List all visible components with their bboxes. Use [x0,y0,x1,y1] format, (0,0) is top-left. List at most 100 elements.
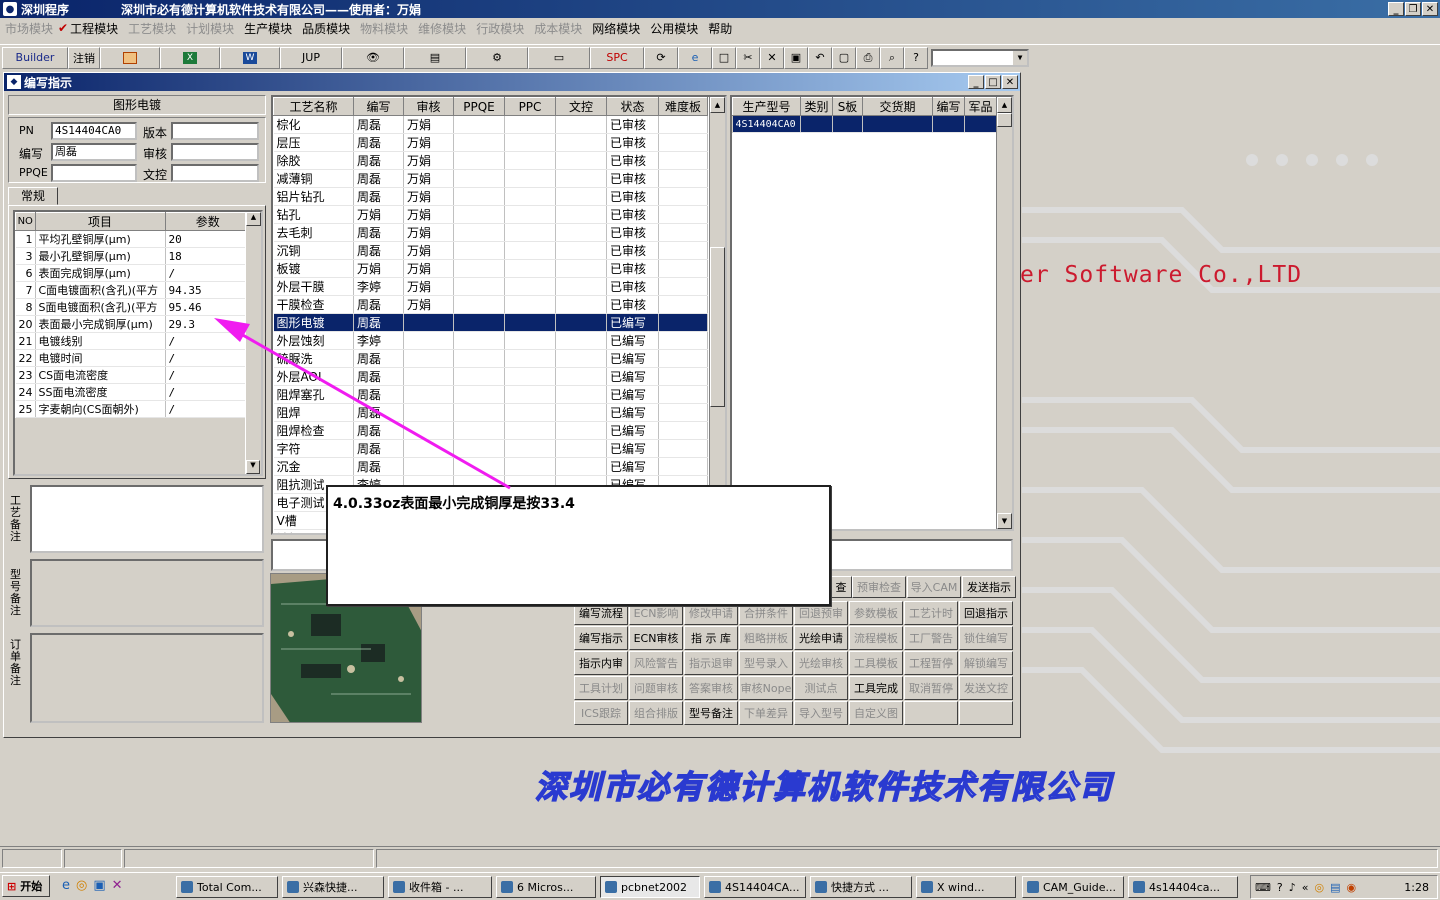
model-col-header[interactable]: S板 [832,97,863,116]
action-button[interactable]: 指 示 库 [684,626,738,650]
action-button[interactable]: 工具完成 [849,676,903,700]
param-value[interactable]: / [165,264,251,282]
taskbar-task[interactable]: 4s14404ca... [1128,876,1238,898]
scroll-thumb[interactable] [710,247,725,407]
param-row[interactable]: 3 最小孔壁铜厚(μm) 18 [15,247,251,265]
action-button[interactable]: 解锁编写 [959,651,1013,675]
menu-item[interactable]: 公用模块 [645,20,703,37]
jup-button[interactable]: JUP [280,46,342,69]
action-button[interactable]: 光绘申请 [794,626,848,650]
model-col-header[interactable]: 编写 [932,97,965,116]
find-icon[interactable]: ⌕ [880,46,904,69]
version-field[interactable] [171,122,259,140]
action-button[interactable]: 工厂警告 [904,626,958,650]
action-button[interactable]: 工具模板 [849,651,903,675]
menu-item[interactable]: 工程模块 [70,20,123,37]
process-row[interactable]: 棕化 周磊 万娟 已审核 [273,115,708,134]
param-value[interactable]: 94.35 [165,281,251,299]
action-button[interactable]: 查 [830,576,852,598]
window-minimize-button[interactable]: _ [968,75,984,89]
new-doc-icon[interactable]: □ [712,46,736,69]
action-button[interactable]: ECN审核 [629,626,683,650]
process-row[interactable]: 沉铜 周磊 万娟 已审核 [273,241,708,260]
computer-icon[interactable]: ▭ [528,46,590,69]
process-col-header[interactable]: 状态 [606,97,659,116]
review-field[interactable] [171,143,259,161]
action-button[interactable]: 工艺计时 [904,601,958,625]
action-button[interactable]: 预审检查 [852,576,906,598]
logout-button[interactable]: 注销 [68,46,100,69]
action-button[interactable]: 编写指示 [574,626,628,650]
menu-item[interactable]: 行政模块 [471,20,529,37]
save-icon[interactable]: ▣ [784,46,808,69]
volume-icon[interactable]: ♪ [1289,881,1296,894]
models-scrollbar[interactable]: ▲ ▼ [996,97,1012,529]
param-value[interactable]: 18 [165,247,251,265]
desktop-icon[interactable]: ▣ [93,878,105,893]
action-button[interactable]: 指示内审 [574,651,628,675]
preview-icon[interactable]: ▢ [832,46,856,69]
excel-icon[interactable]: X [160,46,220,69]
taskbar-task[interactable]: 4S14404CA... [704,876,806,898]
action-button[interactable]: 回退指示 [959,601,1013,625]
action-button[interactable] [904,701,958,725]
tray-app-icon[interactable]: ◎ [1315,881,1325,894]
scroll-up-icon[interactable]: ▲ [246,212,261,226]
process-row[interactable]: 去毛刺 周磊 万娟 已审核 [273,223,708,242]
process-scrollbar[interactable]: ▲ [709,97,725,533]
param-row[interactable]: 6 表面完成铜厚(μm) / [15,264,251,282]
menu-item[interactable]: 网络模块 [587,20,645,37]
action-button[interactable]: 导入CAM [907,576,961,598]
action-button[interactable]: 锁住编写 [959,626,1013,650]
menu-item[interactable]: 维修模块 [413,20,471,37]
spc-button[interactable]: SPC [590,46,644,69]
action-button[interactable]: 问题审核 [629,676,683,700]
tab-general[interactable]: 常规 [8,187,58,205]
taskbar-task[interactable]: 快捷方式 ... [810,876,912,898]
menu-item[interactable]: 帮助 [703,20,737,37]
outlook-icon[interactable]: ◎ [76,878,87,893]
process-col-header[interactable]: PPC [504,97,556,116]
menu-item[interactable]: 成本模块 [529,20,587,37]
taskbar-task[interactable]: Total Com... [176,876,278,898]
refresh-icon[interactable]: ⟳ [644,46,678,69]
start-button[interactable]: ⊞ 开始 [2,875,50,897]
remark-field[interactable] [30,559,264,627]
action-button[interactable]: 导入型号 [794,701,848,725]
antivirus-icon[interactable]: ◉ [1347,881,1357,894]
action-button[interactable]: 参数模板 [849,601,903,625]
menu-item[interactable]: 生产模块 [239,20,297,37]
undo-icon[interactable]: ↶ [808,46,832,69]
process-row[interactable]: 减薄铜 周磊 万娟 已审核 [273,169,708,188]
taskbar-task[interactable]: 6 Micros... [496,876,596,898]
taskbar-task[interactable]: 收件箱 - ... [388,876,492,898]
param-value[interactable]: 20 [165,230,251,248]
delete-icon[interactable]: ✕ [760,46,784,69]
action-button[interactable]: 测试点 [794,676,848,700]
action-button[interactable]: 流程模板 [849,626,903,650]
process-col-header[interactable]: PPQE [453,97,505,116]
menu-item[interactable]: 计划模块 [181,20,239,37]
taskbar-task[interactable]: 兴森快捷... [282,876,384,898]
menu-item[interactable]: 工艺模块 [123,20,181,37]
param-row[interactable]: 7 C面电镀面积(含孔)(平方 94.35 [15,281,251,299]
eye-icon[interactable]: 👁 [342,46,404,69]
action-button[interactable]: 工程暂停 [904,651,958,675]
process-row[interactable]: 钻孔 万娟 万娟 已审核 [273,205,708,224]
builder-button[interactable]: Builder [2,46,68,69]
close-button[interactable]: ✕ [1422,2,1438,16]
taskbar-task[interactable]: CAM_Guide... [1022,876,1124,898]
writer-field[interactable]: 周磊 [51,143,137,161]
action-button[interactable] [959,701,1013,725]
action-button[interactable]: 发送文控 [959,676,1013,700]
process-row[interactable]: 板镀 万娟 万娟 已审核 [273,259,708,278]
process-row[interactable]: 外层干膜 李婷 万娟 已审核 [273,277,708,296]
action-button[interactable]: 指示退审 [684,651,738,675]
action-button[interactable]: 工具计划 [574,676,628,700]
param-row[interactable]: 1 平均孔壁铜厚(μm) 20 [15,230,251,248]
help-icon[interactable]: ? [904,46,928,69]
help-tray-icon[interactable]: ? [1277,881,1283,894]
model-col-header[interactable]: 交货期 [862,97,933,116]
process-row[interactable]: 层压 周磊 万娟 已审核 [273,133,708,152]
action-button[interactable]: 组合排版 [629,701,683,725]
